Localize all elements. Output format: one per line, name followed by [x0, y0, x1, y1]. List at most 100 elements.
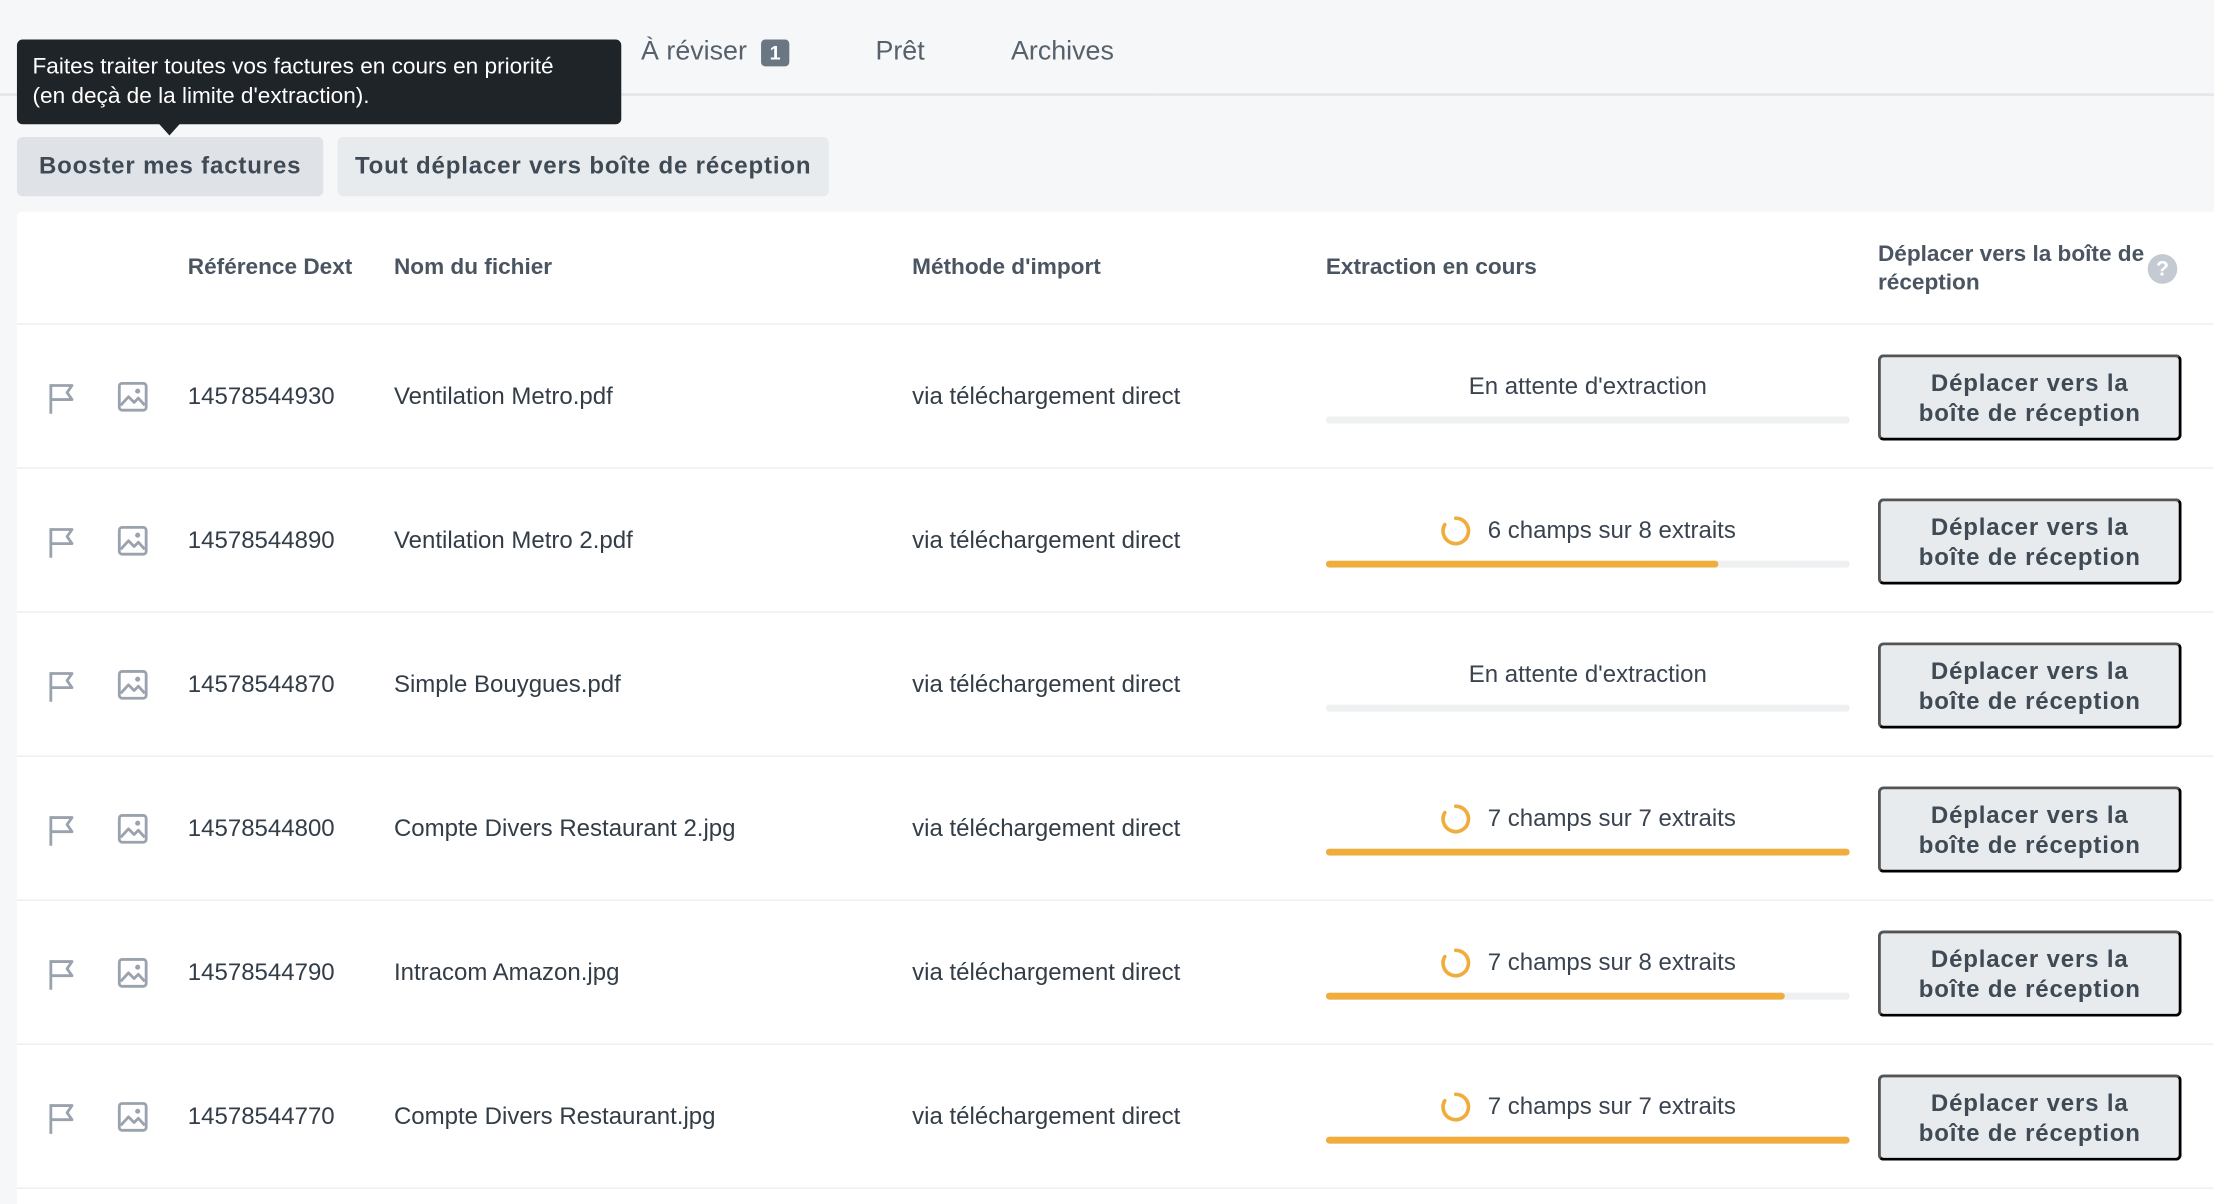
spinner-icon	[1440, 515, 1471, 546]
tab-archives[interactable]: Archives	[1011, 37, 1114, 68]
cell-reference: 14578544870	[187, 670, 335, 698]
header-import-method: Méthode d'import	[912, 255, 1101, 280]
image-icon[interactable]	[117, 957, 148, 988]
cell-reference: 14578544890	[187, 526, 335, 554]
tab-count-badge: 1	[761, 38, 790, 66]
extraction-status: En attente d'extraction	[1326, 373, 1850, 401]
extraction-progress-bar	[1325, 560, 1850, 568]
image-icon[interactable]	[117, 813, 148, 844]
button-label: Déplacer vers la boîte de réception	[1919, 368, 2141, 427]
header-reference: Référence Dext	[187, 255, 353, 280]
tooltip-arrow	[158, 122, 181, 136]
button-label-line-1: Déplacer vers la	[1930, 369, 2129, 397]
button-label: Déplacer vers la boîte de réception	[1919, 1088, 2141, 1147]
button-label-line-2: boîte de réception	[1918, 974, 2141, 1002]
app-stage: À réviser 1 Prêt Archives Faites traiter…	[0, 0, 2214, 1204]
extraction-status: 7 champs sur 7 extraits	[1326, 803, 1850, 834]
cell-import-method: via téléchargement direct	[912, 670, 1181, 698]
button-label-line-2: boîte de réception	[1918, 542, 2141, 570]
cell-import-method: via téléchargement direct	[912, 382, 1181, 410]
extraction-progress-fill	[1325, 848, 1850, 856]
button-label-line-2: boîte de réception	[1918, 830, 2141, 858]
button-label-line-1: Déplacer vers la	[1930, 513, 2129, 541]
extraction-status-label: 7 champs sur 8 extraits	[1487, 948, 1736, 976]
cell-filename: Compte Divers Restaurant.jpg	[393, 1102, 716, 1130]
move-to-inbox-button[interactable]: Déplacer vers la boîte de réception	[1877, 786, 2182, 873]
cell-reference: 14578544790	[187, 958, 335, 986]
extraction-status-label: En attente d'extraction	[1468, 372, 1707, 400]
cell-import-method: via téléchargement direct	[912, 958, 1181, 986]
cell-filename: Simple Bouygues.pdf	[393, 670, 621, 698]
cell-import-method: via téléchargement direct	[912, 526, 1181, 554]
cell-reference: 14578544770	[187, 1102, 335, 1130]
move-to-inbox-button[interactable]: Déplacer vers la boîte de réception	[1877, 354, 2182, 441]
image-icon[interactable]	[117, 381, 148, 412]
extraction-status-label: En attente d'extraction	[1468, 660, 1707, 688]
button-label: Déplacer vers la boîte de réception	[1919, 800, 2141, 859]
cell-reference: 14578544930	[187, 382, 335, 410]
tooltip-line-1: Faites traiter toutes vos factures en co…	[32, 55, 554, 80]
spinner-icon	[1440, 1091, 1471, 1122]
table-row: 14578544870 Simple Bouygues.pdf via télé…	[16, 613, 2214, 757]
extraction-progress-fill	[1325, 1136, 1850, 1144]
image-icon[interactable]	[117, 1101, 148, 1132]
header-move-line-1: Déplacer vers la boîte de	[1877, 242, 2145, 267]
help-icon[interactable]: ?	[2147, 254, 2178, 284]
image-icon[interactable]	[117, 525, 148, 556]
boost-tooltip: Faites traiter toutes vos factures en co…	[16, 39, 622, 125]
tab-pret[interactable]: Prêt	[875, 37, 924, 68]
button-label-line-2: boîte de réception	[1918, 398, 2141, 426]
button-label-line-1: Déplacer vers la	[1930, 657, 2129, 685]
cell-reference: 14578544800	[187, 814, 335, 842]
spinner-icon	[1440, 947, 1471, 978]
button-label-line-2: boîte de réception	[1918, 1119, 2141, 1146]
cell-filename: Intracom Amazon.jpg	[393, 958, 620, 986]
spinner-icon	[1440, 803, 1471, 834]
extraction-progress-bar	[1325, 992, 1850, 1000]
extraction-progress-bar	[1325, 1136, 1850, 1144]
extraction-status: En attente d'extraction	[1326, 661, 1850, 689]
move-to-inbox-button[interactable]: Déplacer vers la boîte de réception	[1877, 642, 2182, 729]
tooltip-line-2: (en deçà de la limite d'extraction).	[32, 84, 370, 109]
table-row: 14578544770 Compte Divers Restaurant.jpg…	[16, 1045, 2214, 1189]
extraction-status: 7 champs sur 8 extraits	[1326, 947, 1850, 978]
button-label: Déplacer vers la boîte de réception	[1919, 656, 2141, 715]
tab-label: Prêt	[875, 36, 925, 67]
flag-icon[interactable]	[47, 525, 78, 559]
extraction-progress-bar	[1325, 704, 1850, 712]
table-row: 14578544890 Ventilation Metro 2.pdf via …	[16, 469, 2214, 613]
header-filename: Nom du fichier	[393, 255, 553, 280]
button-label-line-1: Déplacer vers la	[1930, 945, 2129, 973]
table-header: Référence Dext Nom du fichier Méthode d'…	[16, 212, 2214, 325]
table-row: 14578544790 Intracom Amazon.jpg via télé…	[16, 901, 2214, 1045]
button-label-line-1: Déplacer vers la	[1930, 1089, 2129, 1117]
image-icon[interactable]	[117, 669, 148, 700]
invoices-table: Référence Dext Nom du fichier Méthode d'…	[16, 211, 2214, 1204]
button-label: Déplacer vers la boîte de réception	[1919, 512, 2141, 571]
move-to-inbox-button[interactable]: Déplacer vers la boîte de réception	[1877, 498, 2182, 585]
header-move-line-2: réception	[1877, 271, 1980, 296]
table-row: 14578544800 Compte Divers Restaurant 2.j…	[16, 757, 2214, 901]
move-to-inbox-button[interactable]: Déplacer vers la boîte de réception	[1877, 930, 2182, 1017]
button-label-line-1: Déplacer vers la	[1930, 801, 2129, 829]
flag-icon[interactable]	[47, 669, 78, 703]
header-extraction: Extraction en cours	[1325, 255, 1537, 280]
button-label: Déplacer vers la boîte de réception	[1919, 944, 2141, 1003]
cell-filename: Ventilation Metro.pdf	[393, 382, 613, 410]
move-all-to-inbox-button[interactable]: Tout déplacer vers boîte de réception	[337, 136, 829, 197]
flag-icon[interactable]	[47, 1101, 78, 1135]
extraction-progress-bar	[1325, 416, 1850, 424]
flag-icon[interactable]	[47, 957, 78, 991]
boost-invoices-button[interactable]: Booster mes factures	[16, 136, 324, 197]
extraction-progress-fill	[1325, 560, 1719, 568]
cell-filename: Ventilation Metro 2.pdf	[393, 526, 633, 554]
extraction-status-label: 7 champs sur 7 extraits	[1487, 1092, 1736, 1120]
extraction-status: 6 champs sur 8 extraits	[1326, 515, 1850, 546]
tabs-divider-right	[1157, 93, 2214, 97]
tab-a-reviser[interactable]: À réviser 1	[641, 37, 790, 68]
flag-icon[interactable]	[47, 381, 78, 415]
move-to-inbox-button[interactable]: Déplacer vers la boîte de réception	[1877, 1074, 2182, 1161]
cell-import-method: via téléchargement direct	[912, 814, 1181, 842]
tab-label: Archives	[1010, 36, 1114, 67]
flag-icon[interactable]	[47, 813, 78, 847]
